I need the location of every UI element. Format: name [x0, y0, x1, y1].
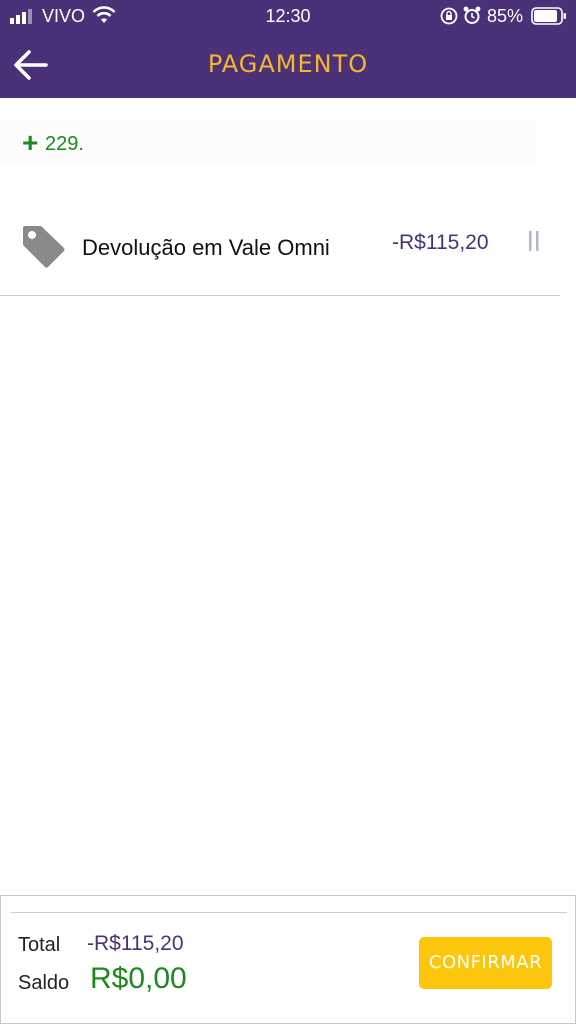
- orientation-lock-icon: [440, 7, 458, 25]
- drag-handle-icon[interactable]: [527, 230, 541, 252]
- payment-summary-footer: Total -R$115,20 Saldo R$0,00 CONFIRMAR: [0, 895, 576, 1024]
- payment-item-label: Devolução em Vale Omni: [82, 235, 330, 260]
- footer-divider: [11, 912, 567, 913]
- battery-icon: [531, 7, 566, 25]
- tag-icon: [23, 226, 65, 268]
- confirm-button[interactable]: CONFIRMAR: [419, 937, 552, 989]
- add-code-row[interactable]: + 229.: [0, 120, 536, 164]
- payment-list-item[interactable]: Devolução em Vale Omni -R$115,20: [0, 200, 560, 296]
- page-title: PAGAMENTO: [207, 50, 369, 78]
- saldo-value: R$0,00: [90, 962, 187, 995]
- battery-percent: 85%: [487, 6, 524, 26]
- total-label: Total: [18, 934, 61, 956]
- plus-icon[interactable]: +: [22, 129, 38, 157]
- status-bar: VIVO 12:30 85%: [0, 0, 576, 32]
- alarm-icon: [463, 6, 481, 24]
- payment-item-amount: -R$115,20: [392, 231, 489, 254]
- app-header: PAGAMENTO: [0, 32, 576, 98]
- saldo-label: Saldo: [18, 972, 70, 994]
- add-code-value: 229.: [45, 133, 84, 155]
- total-value: -R$115,20: [87, 932, 184, 955]
